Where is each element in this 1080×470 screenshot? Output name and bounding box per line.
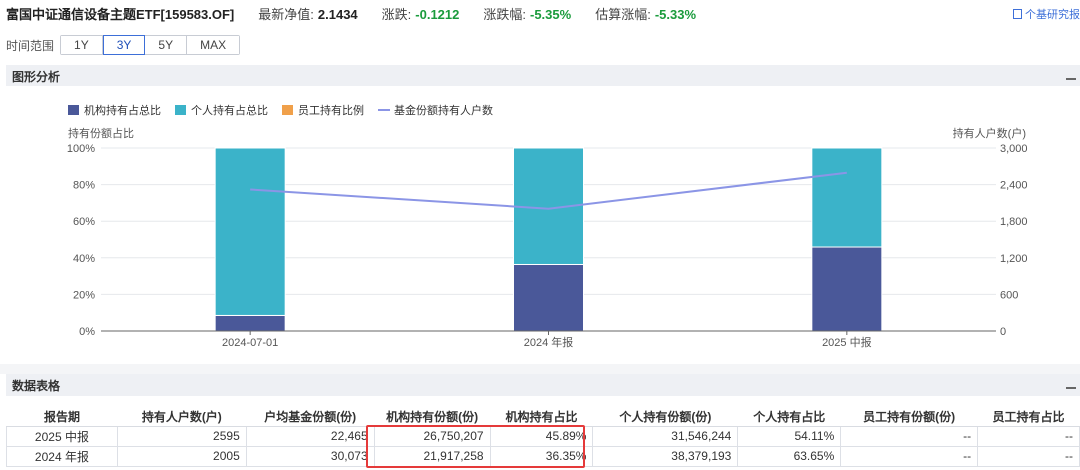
time-range-selector: 时间范围 1Y 3Y 5Y MAX (0, 35, 241, 55)
y-tick-label: 40% (73, 253, 95, 265)
table-cell: 38,379,193 (592, 445, 739, 467)
range-button-5y[interactable]: 5Y (145, 36, 188, 54)
change-pct-metric: 涨跌幅: -5.35% (483, 4, 571, 23)
column-header[interactable]: 机构持有占比 (490, 408, 593, 427)
export-icon[interactable] (1066, 379, 1076, 389)
x-tick-label: 2024 年报 (524, 335, 574, 349)
holder-data-table: 报告期 持有人户数(户) 户均基金份额(份) 机构持有份额(份) 机构持有占比 … (6, 408, 1080, 467)
legend-swatch (175, 105, 186, 115)
bar-segment (811, 246, 883, 332)
legend-label: 个人持有占总比 (191, 103, 268, 117)
y-tick-label: 80% (73, 180, 95, 192)
estimate-label: 估算涨幅: (595, 6, 651, 22)
table-cell: 63.65% (737, 445, 842, 467)
nav-value: 2.1434 (317, 6, 358, 22)
document-icon (1013, 9, 1022, 19)
table-cell: 2024 年报 (6, 445, 118, 467)
table-row: 2024 年报 2005 30,073 21,917,258 36.35% 38… (6, 445, 1080, 467)
table-cell: 30,073 (245, 445, 375, 467)
chart-section-header: 图形分析 (6, 65, 1080, 87)
table-cell: 36.35% (489, 445, 594, 467)
y-tick-label: 20% (73, 289, 95, 301)
range-button-3y[interactable]: 3Y (102, 35, 146, 55)
column-header[interactable]: 员工持有份额(份) (840, 408, 978, 427)
estimate-value: -5.33% (654, 6, 697, 22)
legend-swatch (282, 105, 293, 115)
column-header[interactable]: 报告期 (6, 408, 118, 427)
section-divider (0, 364, 1080, 374)
table-cell: 21,917,258 (373, 445, 491, 467)
y2-tick-label: 3,000 (1000, 143, 1028, 155)
y2-tick-label: 1,200 (1000, 253, 1028, 265)
time-range-label: 时间范围 (6, 38, 55, 53)
y2-tick-label: 600 (1000, 289, 1018, 301)
column-header[interactable]: 个人持有占比 (737, 408, 841, 427)
chart-svg: 机构持有占总比 个人持有占总比 员工持有比例 基金份额持有人户数 持有份额占比 持有人… (67, 103, 1028, 349)
change-metric: 涨跌: -0.1212 (382, 4, 460, 23)
y2-axis-title: 持有人户数(户) (953, 126, 1026, 140)
x-tick-label: 2025 中报 (822, 335, 872, 349)
table-cell: 2595 (116, 425, 247, 447)
table-section-header: 数据表格 (6, 374, 1080, 396)
table-cell: 54.11% (737, 425, 842, 447)
change-value: -0.1212 (415, 6, 460, 22)
table-cell: -- (977, 445, 1080, 467)
legend-label: 机构持有占总比 (84, 103, 161, 117)
legend-swatch (68, 105, 79, 115)
column-header[interactable]: 户均基金份额(份) (246, 408, 375, 427)
change-pct-value: -5.35% (530, 6, 572, 22)
table-cell: 22,465 (245, 425, 375, 447)
column-header[interactable]: 个人持有份额(份) (592, 408, 738, 427)
x-tick-label: 2024-07-01 (222, 337, 278, 349)
table-cell: 45.89% (489, 425, 594, 447)
y-tick-label: 60% (73, 216, 95, 228)
bar-segment (214, 147, 286, 316)
chart-section-title: 图形分析 (12, 69, 61, 84)
legend-label: 员工持有比例 (298, 103, 364, 117)
y2-tick-label: 1,800 (1000, 216, 1028, 228)
fund-research-report-link[interactable]: 个基研究报 (1013, 6, 1080, 22)
chart-legend: 机构持有占总比 个人持有占总比 员工持有比例 基金份额持有人户数 (68, 103, 493, 117)
chart-bars (214, 147, 883, 332)
table-cell: -- (840, 425, 979, 447)
column-header[interactable]: 持有人户数(户) (117, 408, 247, 427)
table-header-row: 报告期 持有人户数(户) 户均基金份额(份) 机构持有份额(份) 机构持有占比 … (6, 408, 1080, 427)
nav-label: 最新净值: (258, 6, 314, 22)
report-link-label: 个基研究报 (1025, 9, 1080, 21)
column-header[interactable]: 机构持有份额(份) (374, 408, 491, 427)
bar-segment (513, 263, 584, 332)
y-tick-label: 0% (79, 326, 95, 338)
table-section-title: 数据表格 (12, 378, 61, 393)
change-label: 涨跌: (381, 6, 412, 22)
holder-structure-chart: 机构持有占总比 个人持有占总比 员工持有比例 基金份额持有人户数 持有份额占比 持有人… (6, 86, 1080, 362)
y2-tick-label: 2,400 (1000, 180, 1028, 192)
bar-segment (811, 147, 883, 248)
time-range-buttons: 1Y 3Y 5Y MAX (60, 35, 241, 55)
table-cell: 31,546,244 (592, 425, 739, 447)
nav-metric: 最新净值: 2.1434 (258, 4, 357, 23)
table-cell: -- (977, 425, 1080, 447)
range-button-max[interactable]: MAX (187, 36, 240, 54)
bar-segment (214, 314, 286, 332)
y-axis-title: 持有份额占比 (68, 126, 134, 140)
change-pct-label: 涨跌幅: (483, 6, 526, 22)
column-header[interactable]: 员工持有占比 (977, 408, 1080, 427)
estimate-metric: 估算涨幅: -5.33% (595, 4, 696, 23)
table-cell: -- (840, 445, 979, 467)
range-button-1y[interactable]: 1Y (61, 36, 103, 54)
y-tick-label: 100% (67, 143, 95, 155)
table-cell: 2005 (116, 445, 247, 467)
fund-name: 富国中证通信设备主题ETF[159583.OF] (6, 6, 235, 22)
table-cell: 26,750,207 (373, 425, 491, 447)
fund-header: 富国中证通信设备主题ETF[159583.OF] 最新净值: 2.1434 涨跌:… (0, 0, 1080, 26)
legend-label: 基金份额持有人户数 (394, 103, 493, 117)
download-icon[interactable] (1066, 70, 1076, 80)
table-cell: 2025 中报 (6, 425, 118, 447)
y2-tick-label: 0 (1000, 326, 1006, 338)
table-row: 2025 中报 2595 22,465 26,750,207 45.89% 31… (6, 425, 1080, 447)
